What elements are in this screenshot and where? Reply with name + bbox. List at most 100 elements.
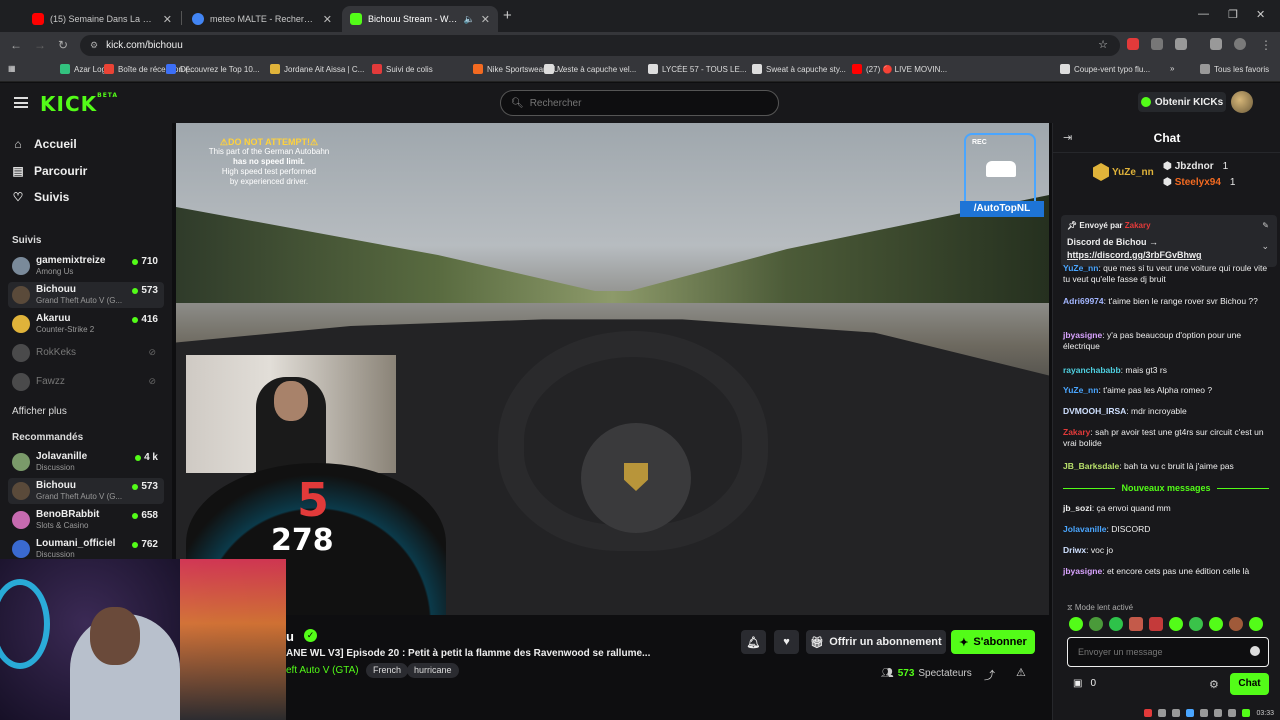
chat-leader[interactable]: ⬢ Jbzdnor 1 xyxy=(1163,161,1228,172)
notification-bell-button[interactable]: 🔔︎ xyxy=(741,630,766,654)
report-icon[interactable]: ⚠ xyxy=(1016,666,1026,679)
chat-username[interactable]: jb_sozi xyxy=(1063,503,1092,513)
media-icon[interactable] xyxy=(1210,38,1222,50)
extension-icon[interactable] xyxy=(1151,38,1163,50)
subscribe-button[interactable]: ✦ S'abonner xyxy=(951,630,1035,654)
extensions-puzzle-icon[interactable] xyxy=(1175,38,1187,50)
chat-username[interactable]: Adri69974 xyxy=(1063,296,1104,306)
tray-icon[interactable] xyxy=(1186,709,1195,717)
chat-message[interactable]: rayanchababb: mais gt3 rs xyxy=(1063,365,1273,376)
emote-icon[interactable] xyxy=(1149,617,1163,631)
bookmark-item[interactable]: Azar Logo xyxy=(60,64,110,74)
close-icon[interactable]: ✕ xyxy=(163,13,172,26)
chat-message[interactable]: jb_sozi: ça envoi quand mm xyxy=(1063,503,1273,514)
bookmark-item[interactable]: Sweat à capuche sty... xyxy=(752,64,846,74)
show-more-link[interactable]: Afficher plus xyxy=(12,406,67,417)
speaker-icon[interactable]: 🔈 xyxy=(464,14,475,25)
emote-icon[interactable] xyxy=(1069,617,1083,631)
reload-icon[interactable]: ↻ xyxy=(58,38,68,52)
wifi-icon[interactable] xyxy=(1214,709,1223,717)
sidebar-channel-following[interactable]: gamemixtreize Among Us 710 xyxy=(8,253,164,279)
bookmark-item[interactable]: LYCÉE 57 - TOUS LE... xyxy=(648,64,746,74)
bookmark-item[interactable]: Coupe-vent typo flu... xyxy=(1060,64,1150,74)
chat-leader[interactable]: ⬢ Steelyx94 1 xyxy=(1163,177,1235,188)
tray-icon[interactable] xyxy=(1144,709,1153,717)
volume-icon[interactable] xyxy=(1228,709,1237,717)
nav-browse[interactable]: ▤ Parcourir xyxy=(12,164,87,178)
url-field[interactable]: ⚙ kick.com/bichouu ☆ xyxy=(80,35,1120,56)
chat-username[interactable]: JB_Barksdale xyxy=(1063,461,1119,471)
tag-french[interactable]: French xyxy=(366,663,409,678)
tray-icon[interactable] xyxy=(1200,709,1209,717)
bookmark-star-icon[interactable]: ☆ xyxy=(1098,38,1108,51)
tray-icon[interactable] xyxy=(1158,709,1167,717)
gear-icon[interactable]: ⚙ xyxy=(1209,678,1219,691)
chat-message[interactable]: YuZe_nn: que mes si tu veut une voiture … xyxy=(1063,263,1273,285)
nav-home[interactable]: ⌂ Accueil xyxy=(12,137,76,151)
close-icon[interactable]: ✕ xyxy=(481,13,490,26)
chat-username[interactable]: Zakary xyxy=(1063,427,1090,437)
chat-message[interactable]: Jolavanille: DISCORD xyxy=(1063,524,1273,535)
emote-icon[interactable] xyxy=(1129,617,1143,631)
get-kicks-button[interactable]: Obtenir KICKs xyxy=(1138,92,1226,112)
search-input[interactable] xyxy=(529,97,750,109)
channel-points[interactable]: ▣ 0 xyxy=(1073,678,1096,689)
chat-message[interactable]: jbyasigne: et encore cets pas une éditio… xyxy=(1063,566,1273,577)
bookmark-item[interactable]: Jordane Ait Aissa | C... xyxy=(270,64,364,74)
chat-leader[interactable]: YuZe_nn xyxy=(1093,163,1154,181)
profile-icon[interactable] xyxy=(1234,38,1246,50)
chat-username[interactable]: Jolavanille xyxy=(1063,524,1106,534)
emote-icon[interactable] xyxy=(1249,617,1263,631)
forward-icon[interactable]: → xyxy=(34,38,46,52)
chat-username[interactable]: YuZe_nn xyxy=(1063,263,1098,273)
hamburger-menu-icon[interactable] xyxy=(14,97,28,108)
nav-following[interactable]: ♡ Suivis xyxy=(12,190,70,204)
tray-icon[interactable] xyxy=(1172,709,1181,717)
sidebar-channel-recommended[interactable]: Bichouu Grand Theft Auto V (G... 573 xyxy=(8,478,164,504)
menu-dots-icon[interactable]: ⋮ xyxy=(1260,38,1272,52)
emote-icon[interactable] xyxy=(1169,617,1183,631)
chat-message[interactable]: DVMOOH_IRSA: mdr incroyable xyxy=(1063,406,1273,417)
emote-icon[interactable] xyxy=(1109,617,1123,631)
close-icon[interactable]: ✕ xyxy=(323,13,332,26)
stream-category[interactable]: eft Auto V (GTA) xyxy=(286,665,359,676)
chat-message-input[interactable] xyxy=(1068,647,1238,657)
bookmark-item[interactable]: Découvrez le Top 10... xyxy=(166,64,259,74)
bookmark-item[interactable]: Veste à capuche vel... xyxy=(544,64,636,74)
chevron-down-icon[interactable]: ⌄ xyxy=(1261,241,1269,252)
search-bar[interactable]: 🔍︎ xyxy=(500,90,779,116)
chat-username[interactable]: jbyasigne xyxy=(1063,330,1102,340)
chat-message[interactable]: Adri69974: t'aime bien le range rover sv… xyxy=(1063,296,1273,307)
chat-username[interactable]: DVMOOH_IRSA xyxy=(1063,406,1126,416)
video-player[interactable]: ⚠DO NOT ATTEMPT!⚠ This part of the Germa… xyxy=(176,123,1049,615)
emote-icon[interactable] xyxy=(1229,617,1243,631)
pinned-link[interactable]: https://discord.gg/3rbFGvBhwg xyxy=(1067,250,1202,260)
chat-username[interactable]: YuZe_nn xyxy=(1063,385,1098,395)
back-icon[interactable]: ← xyxy=(10,38,22,52)
user-avatar[interactable] xyxy=(1231,91,1253,113)
chat-username[interactable]: Driwx xyxy=(1063,545,1086,555)
tray-icon[interactable] xyxy=(1242,709,1251,717)
follow-heart-button[interactable]: ♥ xyxy=(774,630,799,654)
sidebar-channel-recommended[interactable]: BenoBRabbit Slots & Casino 658 xyxy=(8,507,164,533)
restore-icon[interactable]: ❐ xyxy=(1228,8,1238,21)
new-tab-button[interactable]: + xyxy=(503,7,512,24)
chat-message[interactable]: Driwx: voc jo xyxy=(1063,545,1273,556)
apps-grid-icon[interactable]: ▦ xyxy=(8,64,16,73)
bookmarks-more-button[interactable]: » xyxy=(1170,64,1174,73)
close-window-icon[interactable]: ✕ xyxy=(1256,8,1265,21)
minimize-icon[interactable]: — xyxy=(1198,8,1209,20)
sidebar-channel-recommended[interactable]: Jolavanille Discussion 4 k xyxy=(8,449,164,475)
chat-username[interactable]: rayanchababb xyxy=(1063,365,1121,375)
all-bookmarks-button[interactable]: Tous les favoris xyxy=(1200,64,1269,74)
kick-logo[interactable]: KICKBETA xyxy=(40,92,118,116)
streamer-name[interactable]: u xyxy=(286,629,294,644)
chat-username[interactable]: jbyasigne xyxy=(1063,566,1102,576)
chat-message[interactable]: Zakary: sah pr avoir test une gt4rs sur … xyxy=(1063,427,1273,449)
sidebar-channel-following[interactable]: Akaruu Counter-Strike 2 416 xyxy=(8,311,164,337)
extension-icon[interactable] xyxy=(1127,38,1139,50)
sidebar-channel-following[interactable]: Bichouu Grand Theft Auto V (G... 573 xyxy=(8,282,164,308)
bookmark-item[interactable]: Suivi de colis xyxy=(372,64,433,74)
tag-hurricane[interactable]: hurricane xyxy=(407,663,459,678)
chat-input-box[interactable] xyxy=(1067,637,1269,667)
